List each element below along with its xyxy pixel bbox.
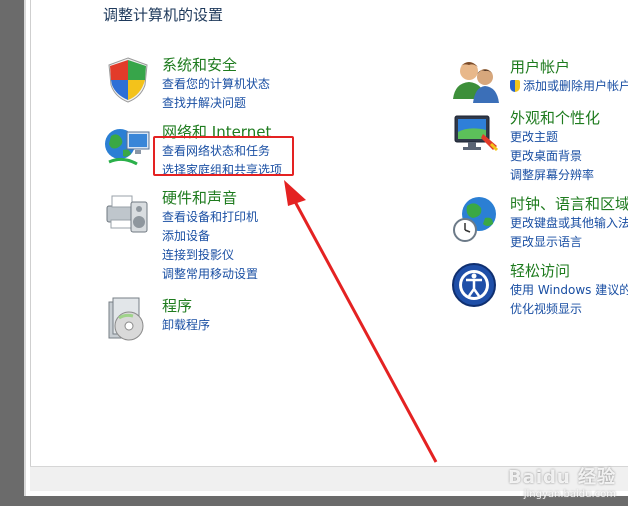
clock-globe-icon (453, 197, 496, 242)
programs-icon (108, 297, 144, 341)
link-connect-projector[interactable]: 连接到投影仪 (162, 246, 258, 265)
category-title-programs[interactable]: 程序 (162, 296, 210, 316)
page-title: 调整计算机的设置 (103, 6, 224, 24)
link-change-keyboard[interactable]: 更改键盘或其他输入法 (510, 214, 628, 233)
link-view-computer-status[interactable]: 查看您的计算机状态 (162, 75, 270, 94)
category-title-clock-language-region[interactable]: 时钟、语言和区域 (510, 194, 628, 214)
link-optimize-video[interactable]: 优化视频显示 (510, 300, 628, 319)
network-icon (105, 129, 150, 166)
annotation-highlight-box (153, 136, 294, 176)
category-title-hardware-sound[interactable]: 硬件和声音 (162, 188, 258, 208)
link-change-theme[interactable]: 更改主题 (510, 128, 600, 147)
link-screen-resolution[interactable]: 调整屏幕分辨率 (510, 166, 600, 185)
link-devices-printers[interactable]: 查看设备和打印机 (162, 208, 258, 227)
link-uninstall-program[interactable]: 卸载程序 (162, 316, 210, 335)
category-title-user-accounts[interactable]: 用户帐户 (510, 57, 628, 77)
watermark: Baidu 经验 jingyan.baidu.com (508, 463, 616, 500)
shield-icon (108, 57, 148, 103)
category-title-ease-of-access[interactable]: 轻松访问 (510, 261, 628, 281)
link-recommended-settings[interactable]: 使用 Windows 建议的设置 (510, 281, 628, 300)
monitor-icon (454, 115, 499, 152)
link-change-display-language[interactable]: 更改显示语言 (510, 233, 628, 252)
watermark-url: jingyan.baidu.com (523, 489, 616, 500)
link-add-remove-accounts[interactable]: 添加或删除用户帐户 (510, 77, 628, 96)
link-add-device[interactable]: 添加设备 (162, 227, 258, 246)
link-mobility-settings[interactable]: 调整常用移动设置 (162, 265, 258, 284)
users-icon (453, 62, 499, 103)
printer-icon (106, 195, 148, 233)
link-troubleshoot[interactable]: 查找并解决问题 (162, 94, 270, 113)
category-title-system-security[interactable]: 系统和安全 (162, 55, 270, 75)
category-title-appearance[interactable]: 外观和个性化 (510, 108, 600, 128)
watermark-brand: Baidu 经验 (507, 467, 616, 488)
accessibility-icon (452, 263, 496, 307)
link-change-background[interactable]: 更改桌面背景 (510, 147, 600, 166)
